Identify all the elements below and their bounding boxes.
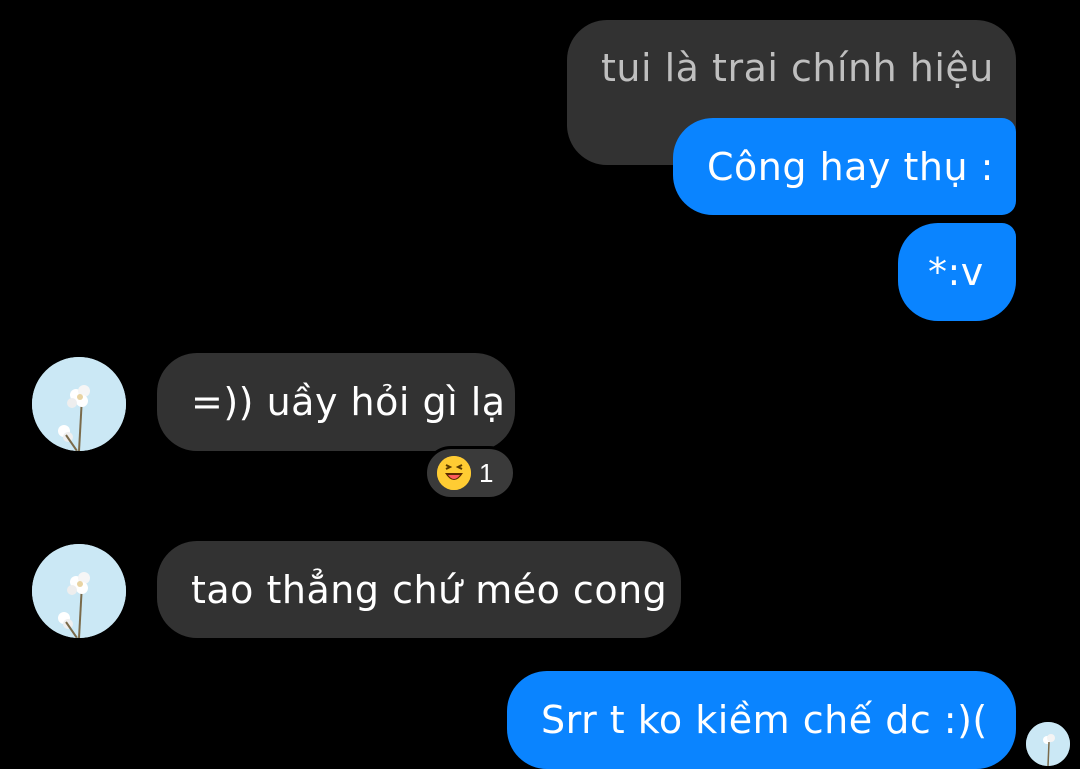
laughing-emoji-icon xyxy=(437,456,471,490)
sent-message-text: *:v xyxy=(928,250,984,294)
received-message-bubble[interactable]: tao thẳng chứ méo cong xyxy=(157,541,681,638)
sent-message-bubble[interactable]: Công hay thụ : xyxy=(673,118,1016,215)
quoted-message-text: tui là trai chính hiệu xyxy=(601,46,994,90)
received-message-text: =)) uầy hỏi gì lạ xyxy=(191,380,506,424)
sent-message-bubble[interactable]: *:v xyxy=(898,223,1016,321)
flower-avatar-icon xyxy=(1026,722,1070,766)
contact-avatar[interactable] xyxy=(32,544,126,638)
reaction-badge[interactable]: 1 xyxy=(424,446,516,500)
reaction-count: 1 xyxy=(479,457,494,488)
received-message-text: tao thẳng chứ méo cong xyxy=(191,567,668,612)
sent-message-text: Công hay thụ : xyxy=(707,144,994,189)
chat-thread: tui là trai chính hiệu Công hay thụ : *:… xyxy=(0,0,1080,769)
flower-avatar-icon xyxy=(32,544,126,638)
flower-avatar-icon xyxy=(32,357,126,451)
sent-message-bubble[interactable]: Srr t ko kiềm chế dc :)( xyxy=(507,671,1016,769)
sent-message-text: Srr t ko kiềm chế dc :)( xyxy=(541,698,988,742)
contact-avatar[interactable] xyxy=(32,357,126,451)
seen-avatar xyxy=(1026,722,1070,766)
received-message-bubble[interactable]: =)) uầy hỏi gì lạ xyxy=(157,353,515,451)
